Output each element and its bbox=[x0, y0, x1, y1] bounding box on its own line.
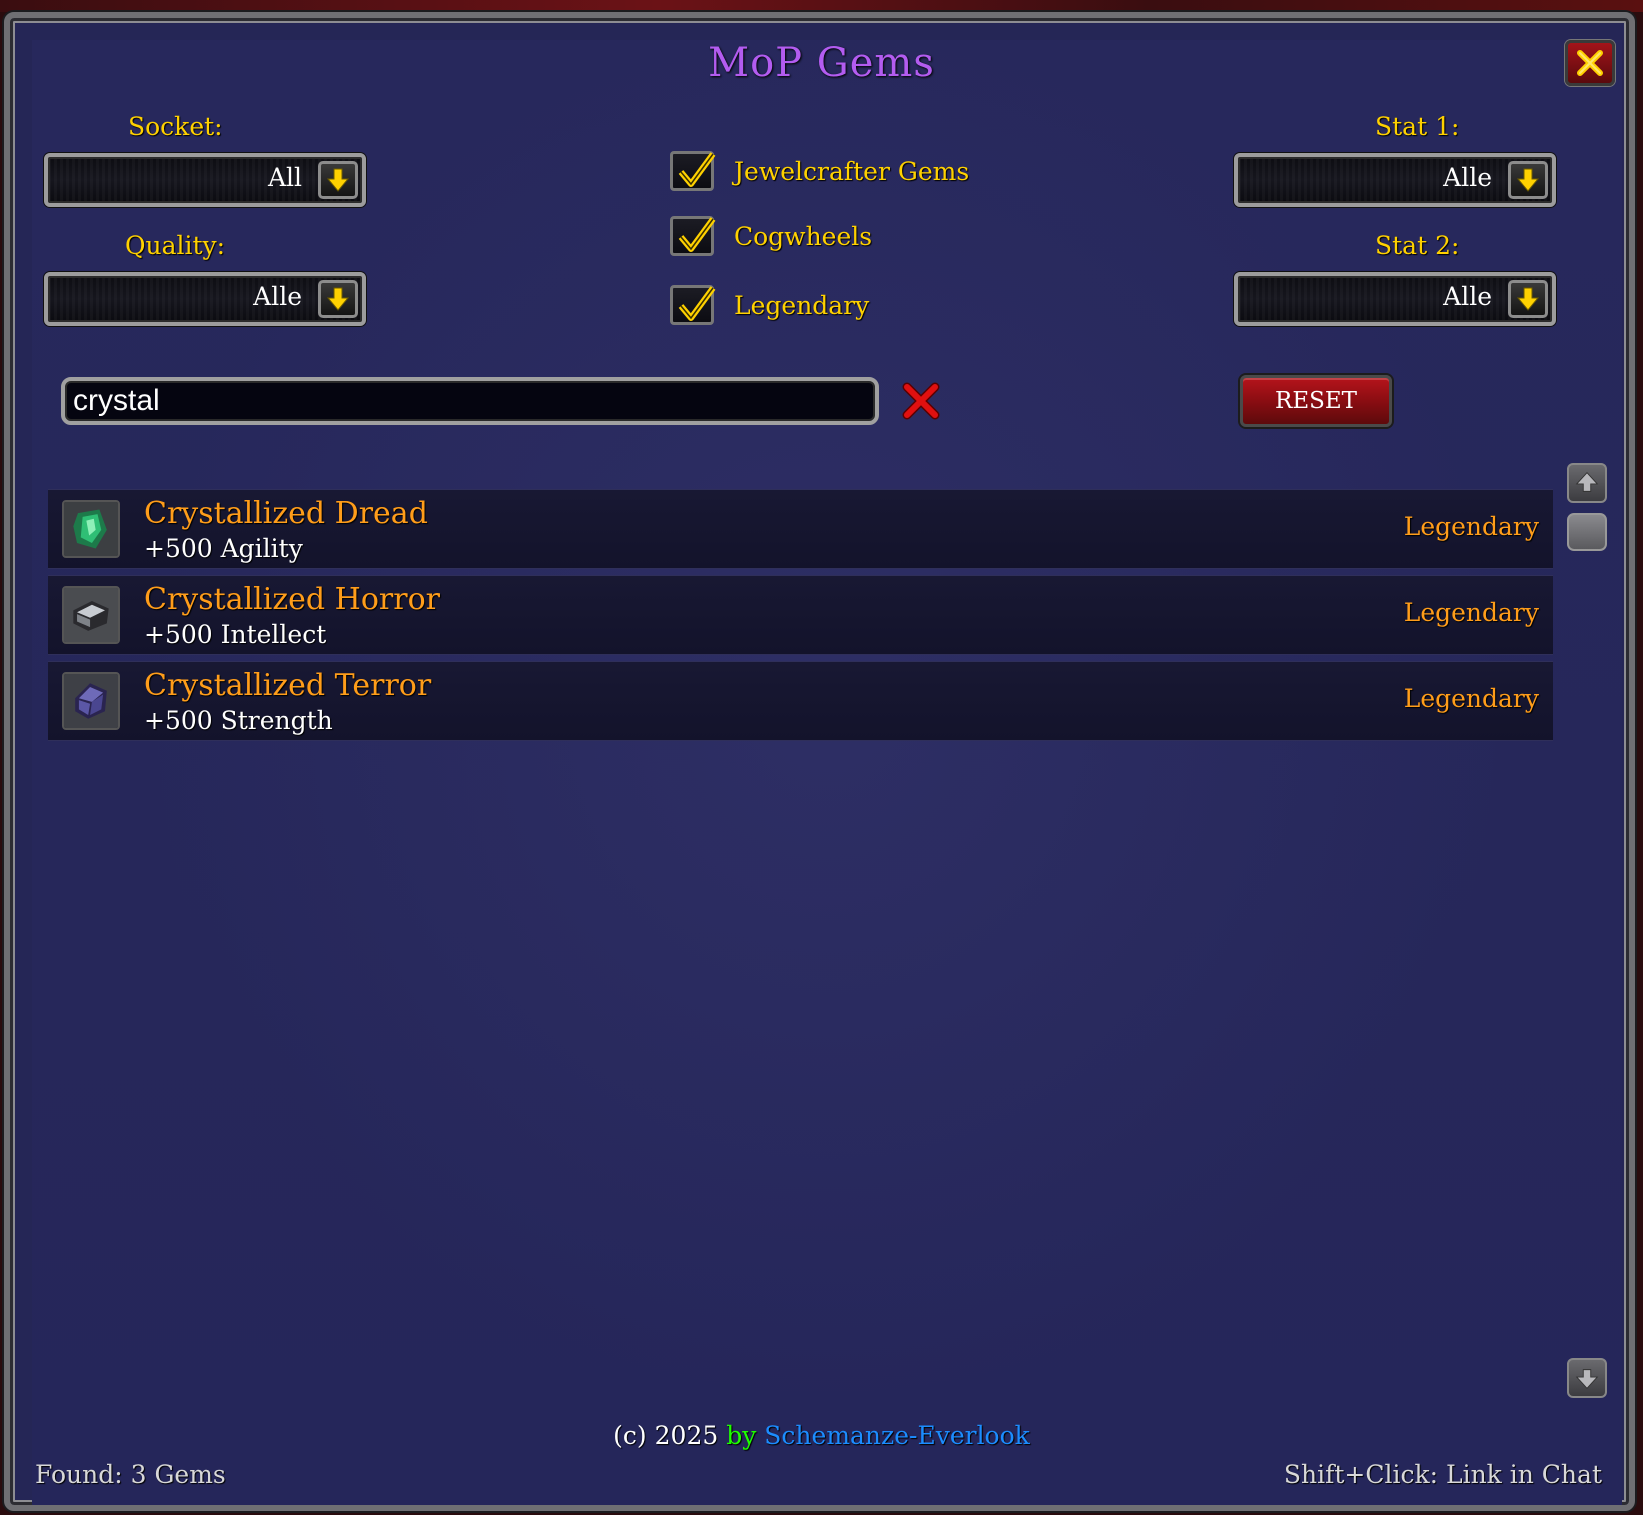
list-item[interactable]: Crystallized Dread +500 Agility Legendar… bbox=[48, 489, 1553, 569]
by-text: by bbox=[726, 1421, 757, 1450]
shift-click-hint: Shift+Click: Link in Chat bbox=[1283, 1460, 1602, 1489]
scroll-up-button[interactable] bbox=[1567, 463, 1607, 503]
gem-name: Crystallized Dread bbox=[144, 496, 428, 531]
search-input[interactable] bbox=[61, 377, 879, 425]
checkbox-box[interactable] bbox=[670, 151, 716, 191]
scroll-down-button[interactable] bbox=[1567, 1358, 1607, 1398]
stat1-label: Stat 1: bbox=[1375, 112, 1460, 141]
quality-label: Quality: bbox=[125, 231, 226, 260]
checkbox-box[interactable] bbox=[670, 216, 716, 256]
gem-stat: +500 Agility bbox=[144, 534, 303, 563]
checkbox-jewelcrafter-gems[interactable]: Jewelcrafter Gems bbox=[670, 151, 969, 191]
stat1-value: Alle bbox=[1443, 163, 1492, 192]
socket-value: All bbox=[267, 163, 302, 192]
socket-label: Socket: bbox=[128, 112, 223, 141]
footer-credits: (c) 2025 by Schemanze-Everlook bbox=[0, 1421, 1643, 1450]
stat2-label: Stat 2: bbox=[1375, 231, 1460, 260]
window-title: MoP Gems bbox=[708, 40, 935, 86]
quality-value: Alle bbox=[253, 282, 302, 311]
checkbox-box[interactable] bbox=[670, 285, 716, 325]
checkmark-icon bbox=[678, 152, 716, 187]
scrollbar-thumb[interactable] bbox=[1567, 513, 1607, 551]
close-icon bbox=[1577, 50, 1603, 76]
arrow-down-icon bbox=[1516, 168, 1540, 192]
quality-dropdown[interactable]: Alle bbox=[44, 272, 366, 326]
checkbox-label: Cogwheels bbox=[734, 221, 873, 251]
author-name: Schemanze-Everlook bbox=[764, 1421, 1030, 1450]
reset-button[interactable]: RESET bbox=[1240, 375, 1392, 427]
arrow-down-icon bbox=[1516, 287, 1540, 311]
checkmark-icon bbox=[678, 217, 716, 252]
gem-quality: Legendary bbox=[1403, 512, 1539, 541]
gem-stat: +500 Strength bbox=[144, 706, 333, 735]
socket-dropdown-arrow[interactable] bbox=[318, 161, 358, 199]
checkbox-legendary[interactable]: Legendary bbox=[670, 285, 869, 325]
stat1-dropdown-arrow[interactable] bbox=[1508, 161, 1548, 199]
gem-quality: Legendary bbox=[1403, 598, 1539, 627]
copyright-text: (c) 2025 bbox=[613, 1421, 719, 1450]
checkbox-label: Legendary bbox=[734, 290, 870, 320]
stat1-dropdown[interactable]: Alle bbox=[1234, 153, 1556, 207]
found-count: Found: 3 Gems bbox=[35, 1460, 226, 1489]
arrow-down-icon bbox=[326, 168, 350, 192]
quality-dropdown-arrow[interactable] bbox=[318, 280, 358, 318]
background-strip bbox=[0, 0, 1643, 12]
gem-name: Crystallized Terror bbox=[144, 668, 432, 703]
window-background bbox=[32, 40, 1622, 1505]
silver-crystal-gem-icon bbox=[62, 586, 120, 644]
checkmark-icon bbox=[678, 286, 716, 321]
results-list: Crystallized Dread +500 Agility Legendar… bbox=[48, 489, 1553, 747]
clear-search-icon[interactable] bbox=[899, 379, 943, 423]
gem-stat: +500 Intellect bbox=[144, 620, 327, 649]
checkbox-label: Jewelcrafter Gems bbox=[734, 156, 970, 186]
checkbox-cogwheels[interactable]: Cogwheels bbox=[670, 216, 872, 256]
list-item[interactable]: Crystallized Terror +500 Strength Legend… bbox=[48, 661, 1553, 741]
gem-quality: Legendary bbox=[1403, 684, 1539, 713]
stat2-dropdown[interactable]: Alle bbox=[1234, 272, 1556, 326]
list-item[interactable]: Crystallized Horror +500 Intellect Legen… bbox=[48, 575, 1553, 655]
stat2-value: Alle bbox=[1443, 282, 1492, 311]
close-button[interactable] bbox=[1565, 40, 1615, 86]
stat2-dropdown-arrow[interactable] bbox=[1508, 280, 1548, 318]
scroll-up-icon bbox=[1575, 472, 1599, 492]
purple-crystal-gem-icon bbox=[62, 672, 120, 730]
arrow-down-icon bbox=[326, 287, 350, 311]
gem-name: Crystallized Horror bbox=[144, 582, 440, 617]
socket-dropdown[interactable]: All bbox=[44, 153, 366, 207]
green-crystal-gem-icon bbox=[62, 500, 120, 558]
scroll-down-icon bbox=[1575, 1369, 1599, 1389]
